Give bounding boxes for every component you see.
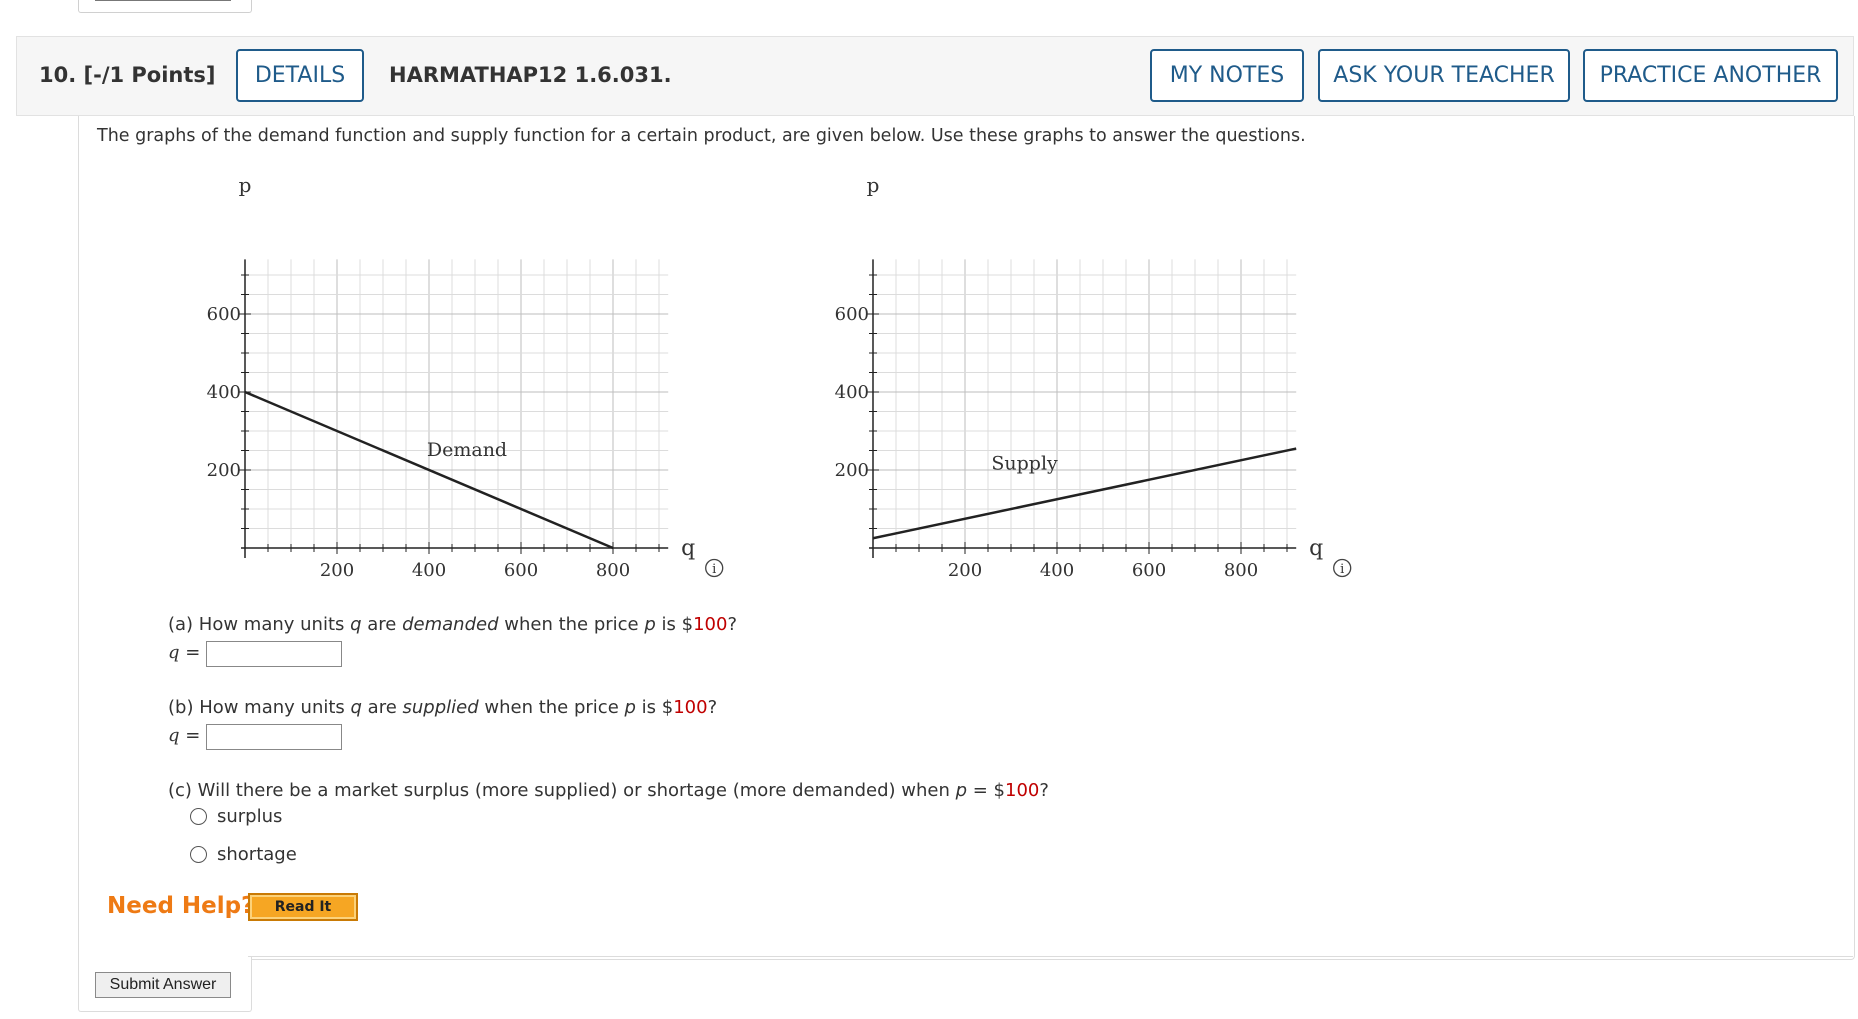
- series-label-demand: Demand: [427, 439, 507, 461]
- part-a-end: ?: [727, 614, 737, 635]
- part-b-mid: are: [361, 697, 403, 718]
- y-tick-label: 600: [207, 304, 241, 325]
- ask-teacher-button[interactable]: ASK YOUR TEACHER: [1318, 49, 1570, 102]
- y-tick-label: 200: [835, 460, 869, 481]
- y-axis-label: p: [867, 173, 880, 197]
- question-code: HARMATHAP12 1.6.031.: [389, 63, 672, 87]
- x-tick-label: 400: [1040, 560, 1074, 581]
- question-number: 10. [-/1 Points]: [39, 63, 216, 87]
- demand-graph: 200 400 600 800 600 400 200 p q i Demand: [207, 173, 724, 581]
- part-c-price: 100: [1005, 780, 1040, 801]
- previous-question-stub: [78, 0, 252, 13]
- need-help-label: Need Help?: [107, 893, 255, 919]
- y-axis-label: p: [239, 173, 252, 197]
- previous-question-bar: [95, 0, 231, 1]
- part-a-price: 100: [693, 614, 728, 635]
- y-tick-label: 400: [207, 382, 241, 403]
- part-c-end: ?: [1039, 780, 1049, 801]
- part-a-mid: are: [361, 614, 403, 635]
- series-label-supply: Supply: [991, 452, 1058, 474]
- shortage-radio[interactable]: [190, 846, 207, 863]
- part-b-answer-var: q: [168, 725, 180, 746]
- part-b-pvar: p: [624, 697, 636, 718]
- x-tick-label: 800: [1224, 560, 1258, 581]
- card-divider: [248, 956, 1853, 957]
- part-b-answer-eq: =: [179, 725, 201, 746]
- question-prompt: The graphs of the demand function and su…: [97, 126, 1306, 146]
- shortage-label: shortage: [217, 844, 297, 865]
- x-tick-label: 400: [412, 560, 446, 581]
- y-tick-label: 400: [835, 382, 869, 403]
- part-a-answer-input[interactable]: [206, 641, 342, 667]
- part-b-answer-label: q =: [168, 725, 200, 746]
- part-a-answer-var: q: [168, 642, 180, 663]
- part-b-var: q: [350, 697, 362, 718]
- surplus-label: surplus: [217, 806, 283, 827]
- x-axis-label: q: [1309, 536, 1323, 561]
- info-icon-glyph: i: [712, 562, 716, 577]
- x-tick-label: 200: [948, 560, 982, 581]
- part-a-pvar: p: [644, 614, 656, 635]
- part-b-is: is $: [635, 697, 674, 718]
- y-tick-label: 600: [835, 304, 869, 325]
- part-c-pvar: p: [955, 780, 968, 801]
- y-tick-label: 200: [207, 460, 241, 481]
- details-button[interactable]: DETAILS: [236, 49, 364, 102]
- submit-answer-button[interactable]: Submit Answer: [95, 972, 231, 998]
- x-tick-label: 600: [504, 560, 538, 581]
- question-header: 10. [-/1 Points] DETAILS HARMATHAP12 1.6…: [16, 36, 1854, 116]
- part-c-text: (c) Will there be a market surplus (more…: [168, 780, 956, 801]
- part-a-answer-eq: =: [179, 642, 201, 663]
- part-b-price: 100: [673, 697, 708, 718]
- surplus-radio[interactable]: [190, 808, 207, 825]
- my-notes-button[interactable]: MY NOTES: [1150, 49, 1304, 102]
- part-b-question: (b) How many units q are supplied when t…: [168, 697, 717, 718]
- series-line-supply: [872, 447, 1297, 540]
- supply-graph: 200 400 600 800 600 400 200 p q i Supply: [835, 173, 1352, 581]
- part-b-end: ?: [707, 697, 718, 718]
- x-tick-label: 800: [596, 560, 630, 581]
- part-b-post: when the price: [478, 697, 625, 718]
- part-a-question: (a) How many units q are demanded when t…: [168, 614, 737, 635]
- part-a-var: q: [350, 614, 362, 635]
- part-a-answer-label: q =: [168, 642, 200, 663]
- practice-another-button[interactable]: PRACTICE ANOTHER: [1583, 49, 1838, 102]
- read-it-button[interactable]: Read It: [248, 893, 358, 921]
- x-tick-label: 600: [1132, 560, 1166, 581]
- part-b-answer-input[interactable]: [206, 724, 342, 750]
- part-a-is: is $: [655, 614, 694, 635]
- x-axis-label: q: [681, 536, 695, 561]
- info-icon-glyph: i: [1340, 562, 1344, 577]
- part-c-eq: = $: [967, 780, 1005, 801]
- part-c-question: (c) Will there be a market surplus (more…: [168, 780, 1049, 801]
- x-tick-label: 200: [320, 560, 354, 581]
- part-a-em: demanded: [402, 614, 499, 635]
- part-a-pre: (a) How many units: [168, 614, 351, 635]
- part-b-em: supplied: [402, 697, 479, 718]
- part-a-post: when the price: [498, 614, 645, 635]
- part-b-pre: (b) How many units: [168, 697, 351, 718]
